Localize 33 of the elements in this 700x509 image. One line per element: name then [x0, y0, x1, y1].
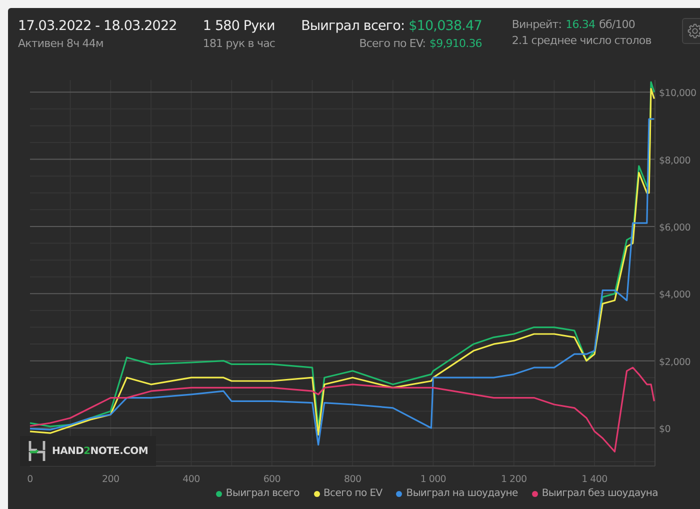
x-axis-label: 1 200	[501, 474, 527, 485]
logo-text: HAND2NOTE.COM	[52, 446, 148, 456]
x-axis-label: 0	[27, 474, 33, 485]
won-value: $10,038.47	[408, 18, 482, 34]
hands-per-hour: 181 рук в час	[202, 37, 276, 50]
y-axis-label: $8,000	[659, 155, 690, 166]
y-axis-label: $10,000	[659, 88, 696, 100]
legend-item[interactable]: Выиграл без шоудауна	[532, 488, 658, 499]
y-axis-label: $4,000	[659, 290, 690, 301]
y-axis-label: $6,000	[659, 222, 690, 234]
x-axis-label: 400	[182, 474, 200, 485]
active-time: Активен 8ч 44м	[18, 37, 104, 50]
legend-item[interactable]: Всего по EV	[314, 488, 382, 499]
won-label: Выиграл всего:	[301, 18, 405, 34]
tables-average: 2.1 среднее число столов	[512, 34, 652, 47]
winrate-value: 16.34	[566, 18, 596, 31]
legend-item[interactable]: Выиграл всего	[216, 488, 300, 499]
x-axis-label: 800	[344, 474, 362, 485]
y-axis-label: $0	[659, 424, 670, 436]
ev-label: Всего по EV:	[359, 37, 426, 50]
x-axis-label: 1 400	[582, 474, 608, 485]
hands-count: 1 580 Руки	[202, 18, 276, 34]
ev-value: $9,910.36	[430, 37, 482, 50]
logo-icon	[28, 440, 46, 462]
date-range: 17.03.2022 - 18.03.2022	[18, 18, 177, 34]
legend-item[interactable]: Выиграл на шоудауне	[396, 488, 518, 499]
settings-icon	[687, 23, 700, 39]
y-axis-label: $2,000	[659, 356, 690, 368]
winrate-label: Винрейт:	[512, 18, 562, 31]
x-axis-label: 600	[263, 474, 281, 485]
x-axis-label: 1 000	[420, 474, 446, 485]
winrate-unit: бб/100	[599, 18, 635, 31]
x-axis-label: 200	[102, 474, 120, 485]
